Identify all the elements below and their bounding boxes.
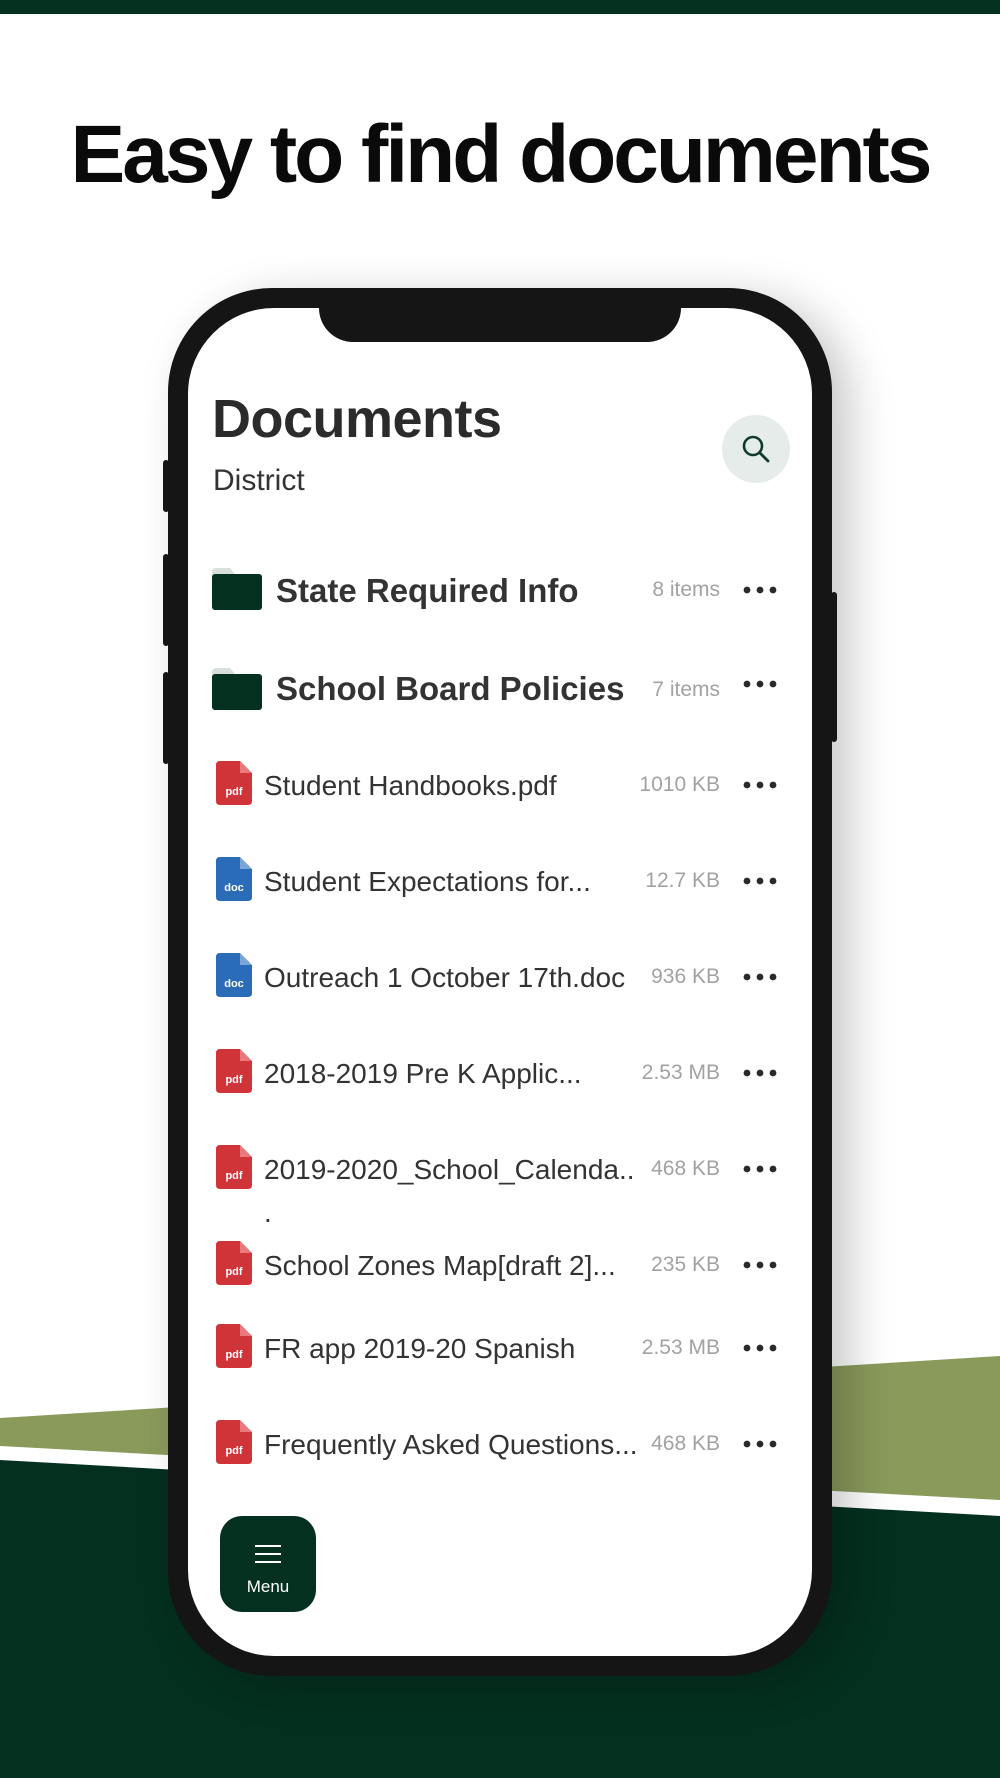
svg-text:pdf: pdf [225, 1074, 242, 1086]
file-row[interactable]: pdf School Zones Map[draft 2]... 235 KB [188, 1235, 812, 1295]
more-options-icon[interactable] [740, 775, 780, 795]
file-size: 12.7 KB [645, 869, 720, 892]
folder-icon [212, 668, 262, 710]
more-options-icon[interactable] [740, 1063, 780, 1083]
file-name: School Zones Map[draft 2]... [264, 1250, 616, 1281]
menu-label: Menu [246, 1577, 290, 1596]
more-options-icon[interactable] [740, 967, 780, 987]
more-options-icon[interactable] [740, 674, 780, 694]
pdf-file-icon: pdf [216, 1241, 252, 1285]
file-name: Outreach 1 October 17th.doc [264, 962, 626, 993]
file-row[interactable]: doc Student Expectations for... 12.7 KB [188, 851, 812, 911]
headline: Easy to find documents [70, 109, 933, 200]
folder-item-count: 8 items [652, 578, 720, 601]
more-options-icon[interactable] [740, 1434, 780, 1454]
pdf-file-icon: pdf [216, 1324, 252, 1368]
folder-name: State Required Info [276, 572, 579, 609]
folder-row[interactable]: State Required Info 8 items [188, 560, 812, 620]
file-row[interactable]: pdf Student Handbooks.pdf 1010 KB [188, 755, 812, 815]
phone-notch [319, 308, 681, 342]
folder-row[interactable]: School Board Policies 7 items [188, 658, 812, 718]
phone-volume-up-button [163, 554, 169, 646]
svg-text:pdf: pdf [225, 1170, 242, 1182]
file-size: 2.53 MB [641, 1061, 720, 1084]
file-name: FR app 2019-20 Spanish [264, 1333, 576, 1364]
phone-power-button [831, 592, 837, 742]
svg-text:doc: doc [224, 978, 244, 990]
search-button[interactable] [722, 415, 790, 483]
phone-mute-button [163, 460, 169, 512]
hamburger-icon [255, 1545, 281, 1563]
file-row[interactable]: pdf Frequently Asked Questions... 468 KB [188, 1414, 812, 1474]
file-name: 2018-2019 Pre K Applic... [264, 1058, 582, 1089]
doc-file-icon: doc [216, 857, 252, 901]
folder-item-count: 7 items [652, 678, 720, 701]
file-name: Student Expectations for... [264, 866, 591, 897]
folder-icon [212, 568, 262, 610]
search-icon [742, 435, 770, 463]
more-options-icon[interactable] [740, 1159, 780, 1179]
pdf-file-icon: pdf [216, 1145, 252, 1189]
pdf-file-icon: pdf [216, 1049, 252, 1093]
file-size: 2.53 MB [641, 1336, 720, 1359]
more-options-icon[interactable] [740, 871, 780, 891]
svg-text:pdf: pdf [225, 1266, 242, 1278]
file-row[interactable]: pdf 2019-2020_School_Calenda.. . 468 KB [188, 1139, 812, 1228]
svg-text:pdf: pdf [225, 786, 242, 798]
file-name-overflow: . [264, 1197, 272, 1228]
svg-text:doc: doc [224, 882, 244, 894]
more-options-icon[interactable] [740, 580, 780, 600]
pdf-file-icon: pdf [216, 761, 252, 805]
phone-volume-down-button [163, 672, 169, 764]
file-size: 468 KB [651, 1157, 720, 1180]
pdf-file-icon: pdf [216, 1420, 252, 1464]
page-title: Documents [212, 389, 502, 449]
file-row[interactable]: doc Outreach 1 October 17th.doc 936 KB [188, 947, 812, 1007]
phone-frame: Documents District State Required Info 8… [163, 288, 837, 1676]
app-screen: Documents District State Required Info 8… [188, 308, 812, 1656]
file-name: 2019-2020_School_Calenda.. [264, 1154, 635, 1185]
file-row[interactable]: pdf FR app 2019-20 Spanish 2.53 MB [188, 1318, 812, 1378]
svg-text:pdf: pdf [225, 1445, 242, 1457]
file-size: 936 KB [651, 965, 720, 988]
more-options-icon[interactable] [740, 1338, 780, 1358]
file-row[interactable]: pdf 2018-2019 Pre K Applic... 2.53 MB [188, 1043, 812, 1103]
menu-button[interactable]: Menu [220, 1516, 316, 1612]
file-size: 468 KB [651, 1432, 720, 1455]
file-size: 1010 KB [639, 773, 720, 796]
folder-name: School Board Policies [276, 670, 625, 707]
file-size: 235 KB [651, 1253, 720, 1276]
file-name: Frequently Asked Questions... [264, 1429, 638, 1460]
file-name: Student Handbooks.pdf [264, 770, 557, 801]
doc-file-icon: doc [216, 953, 252, 997]
page-subtitle: District [213, 464, 305, 497]
svg-text:pdf: pdf [225, 1349, 242, 1361]
more-options-icon[interactable] [740, 1255, 780, 1275]
